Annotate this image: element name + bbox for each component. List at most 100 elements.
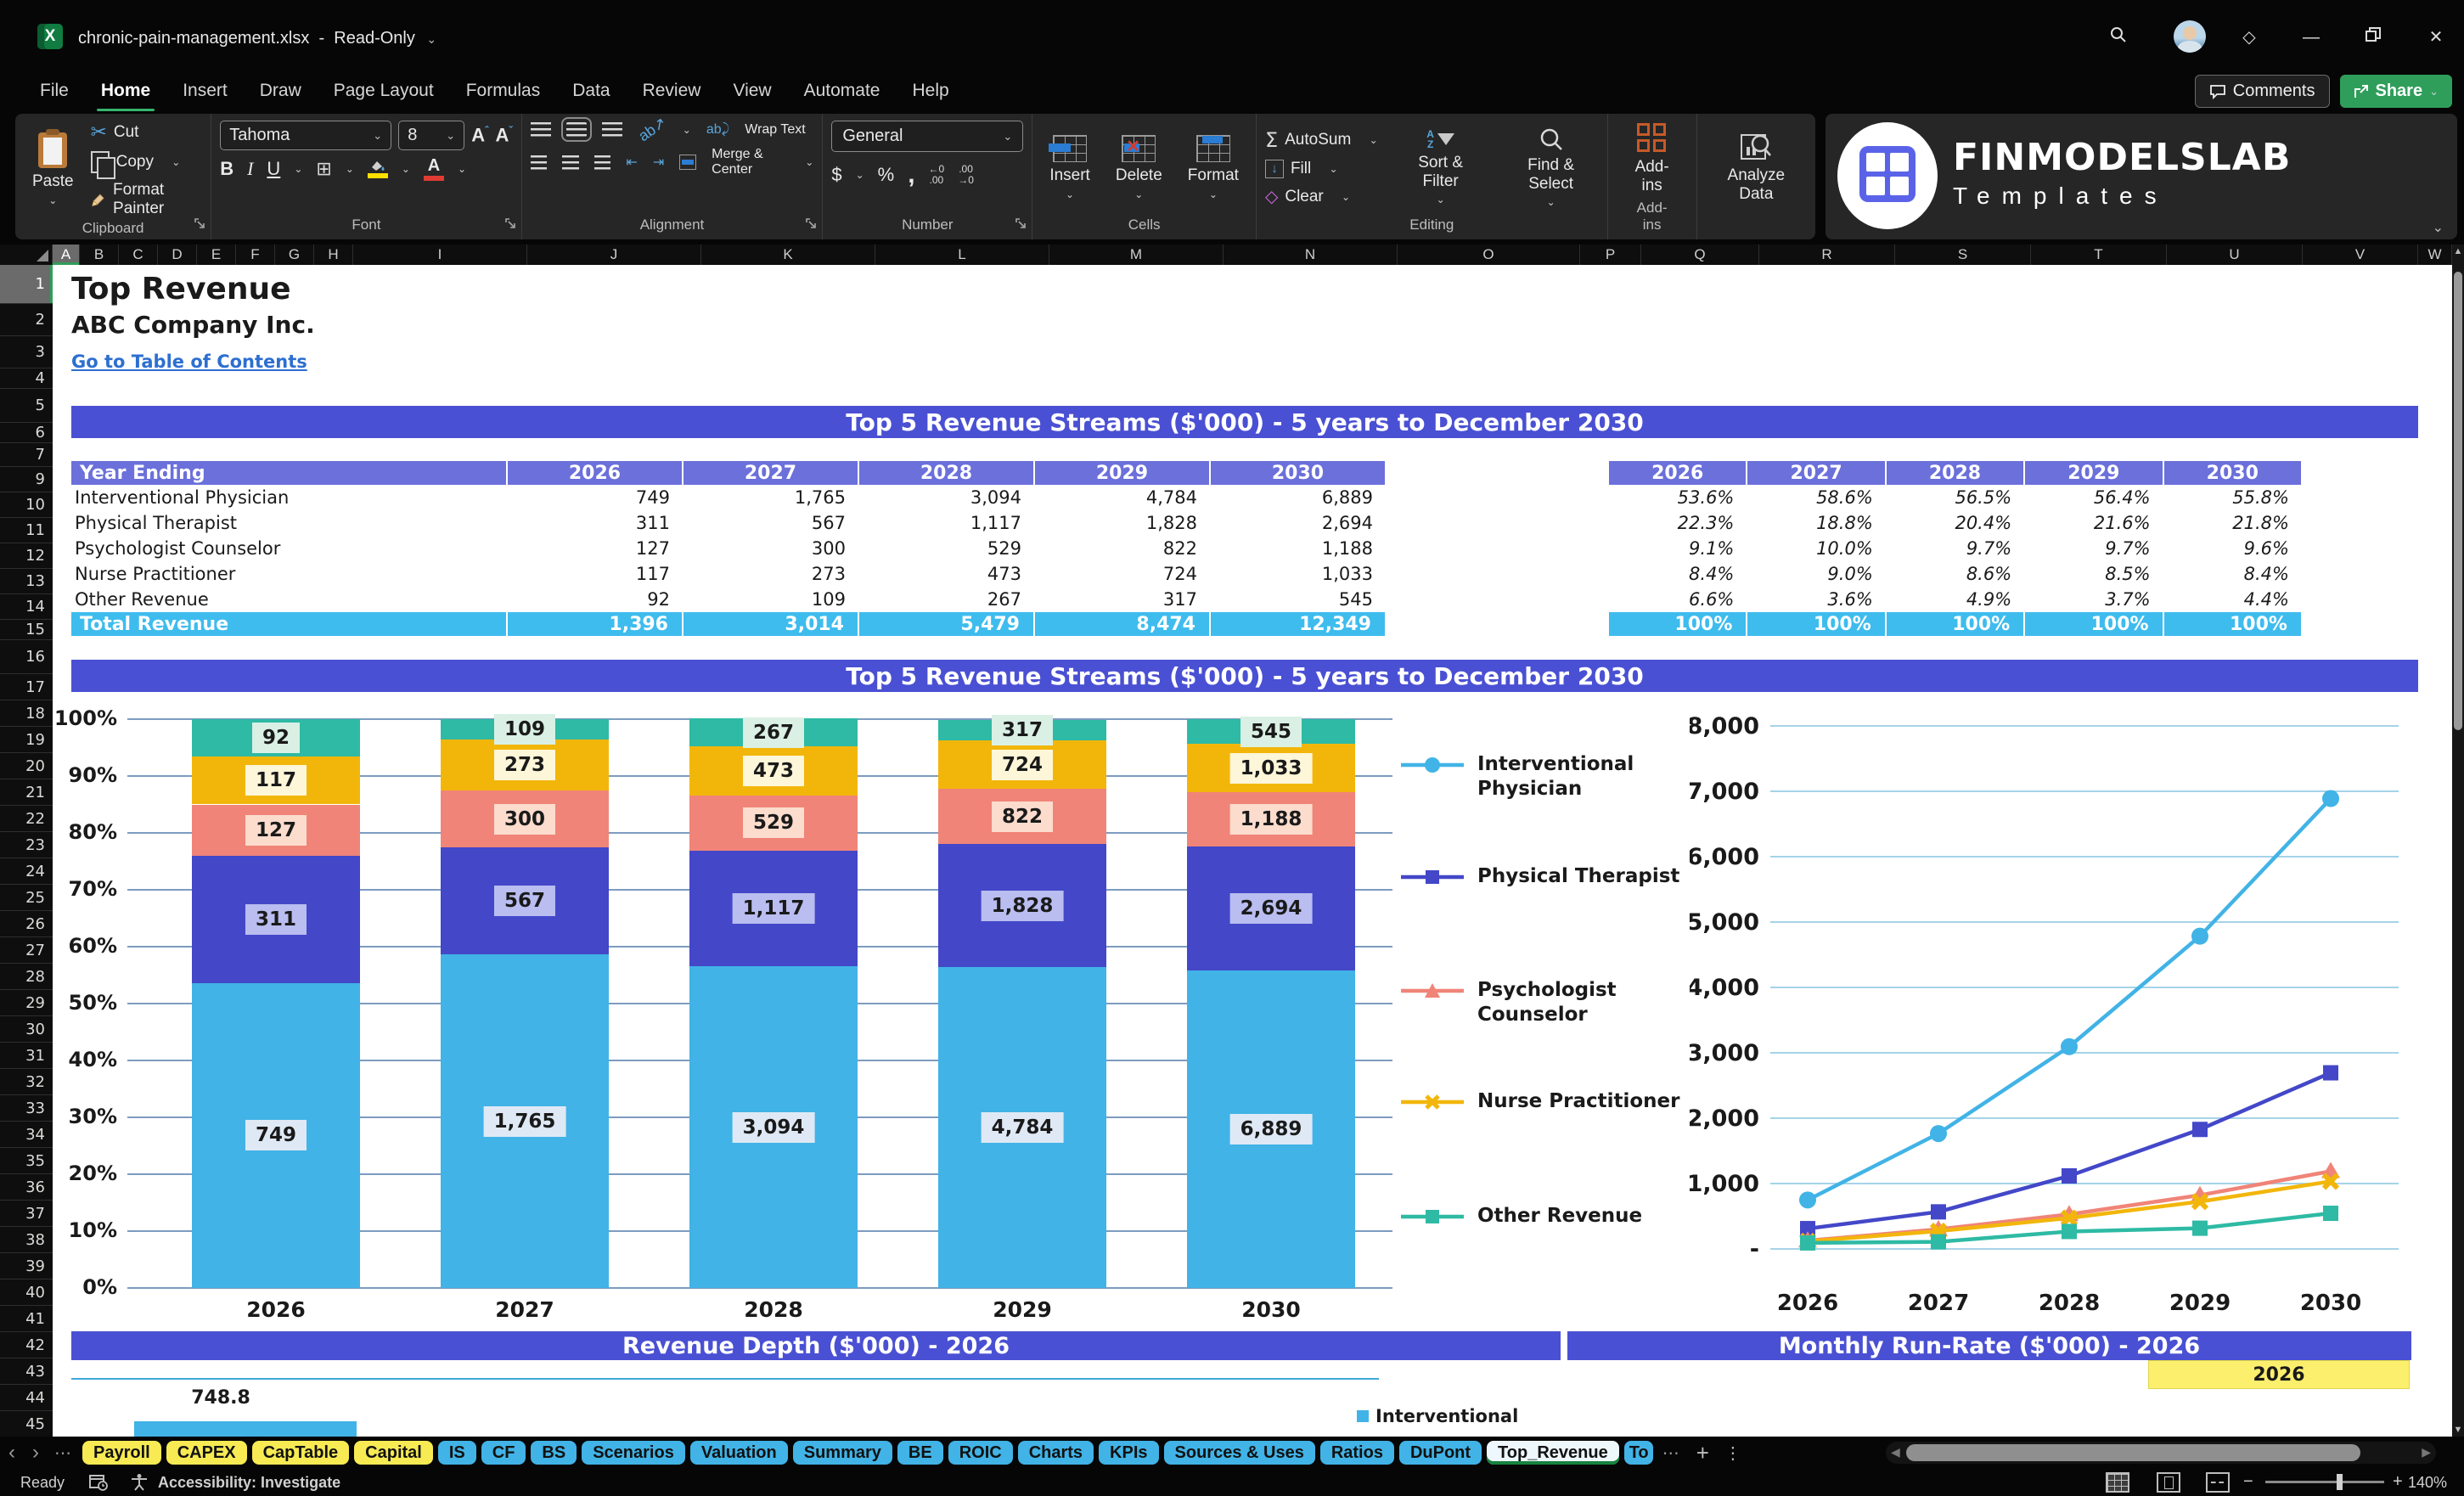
column-header-Q[interactable]: Q: [1641, 245, 1759, 265]
font-color-button[interactable]: A: [423, 157, 444, 181]
align-bottom-icon[interactable]: [601, 122, 622, 137]
row-header-10[interactable]: 10: [0, 492, 53, 518]
wrap-text-button[interactable]: Wrap Text: [745, 122, 805, 138]
workbook-statistics-icon[interactable]: [88, 1472, 109, 1496]
increase-indent-icon[interactable]: ⇥: [653, 154, 664, 171]
row-header-12[interactable]: 12: [0, 543, 53, 569]
increase-decimal-button[interactable]: ←0.00: [929, 164, 945, 185]
sheet-tab-dupont[interactable]: DuPont: [1398, 1441, 1482, 1465]
column-header-H[interactable]: H: [314, 245, 353, 265]
zoom-in-icon[interactable]: +: [2393, 1472, 2403, 1492]
row-header-37[interactable]: 37: [0, 1201, 53, 1227]
zoom-slider-thumb[interactable]: [2337, 1474, 2343, 1490]
horizontal-scrollbar[interactable]: ◀ ▶: [1886, 1442, 2436, 1464]
row-header-9[interactable]: 9: [0, 467, 53, 492]
sheet-tab-summary[interactable]: Summary: [792, 1441, 892, 1465]
ribbon-tab-data[interactable]: Data: [556, 71, 626, 114]
font-dialog-launcher-icon[interactable]: [504, 218, 516, 233]
close-button[interactable]: ✕: [2422, 25, 2450, 49]
orientation-icon[interactable]: ab↗: [635, 114, 670, 145]
row-header-16[interactable]: 16: [0, 640, 53, 674]
row-header-33[interactable]: 33: [0, 1095, 53, 1122]
row-header-2[interactable]: 2: [0, 304, 53, 336]
column-header-S[interactable]: S: [1895, 245, 2031, 265]
sheet-nav-prev-icon[interactable]: ‹: [0, 1441, 24, 1465]
row-header-29[interactable]: 29: [0, 990, 53, 1016]
row-header-1[interactable]: 1: [0, 265, 53, 304]
column-header-D[interactable]: D: [158, 245, 197, 265]
column-header-B[interactable]: B: [80, 245, 119, 265]
sheet-tab-be[interactable]: BE: [897, 1441, 943, 1465]
delete-cells-button[interactable]: ✕ Delete ⌄: [1107, 133, 1171, 203]
sort-filter-button[interactable]: AZ Sort & Filter ⌄: [1393, 127, 1488, 208]
vertical-scrollbar[interactable]: ▲ ▼: [2452, 245, 2464, 1437]
scroll-right-icon[interactable]: ▶: [2422, 1445, 2431, 1459]
merge-center-button[interactable]: Merge & Center: [712, 147, 790, 177]
column-header-W[interactable]: W: [2418, 245, 2452, 265]
column-header-M[interactable]: M: [1049, 245, 1224, 265]
ribbon-tab-view[interactable]: View: [717, 71, 787, 114]
accessibility-status[interactable]: Accessibility: Investigate: [158, 1474, 340, 1492]
row-header-35[interactable]: 35: [0, 1148, 53, 1174]
sheet-tab-to[interactable]: To: [1623, 1441, 1653, 1465]
ribbon-tab-automate[interactable]: Automate: [788, 71, 897, 114]
sheet-tab-ratios[interactable]: Ratios: [1319, 1441, 1394, 1465]
row-header-11[interactable]: 11: [0, 518, 53, 543]
share-button[interactable]: Share ⌄: [2339, 75, 2452, 108]
select-all-corner[interactable]: [0, 245, 53, 265]
number-dialog-launcher-icon[interactable]: [1015, 218, 1027, 233]
zoom-slider[interactable]: [2265, 1474, 2384, 1490]
ribbon-tab-page-layout[interactable]: Page Layout: [318, 71, 450, 114]
decrease-decimal-button[interactable]: .00 →0: [958, 164, 974, 185]
scroll-down-icon[interactable]: ▼: [2452, 1425, 2464, 1435]
ribbon-tab-insert[interactable]: Insert: [166, 71, 244, 114]
ribbon-tab-review[interactable]: Review: [627, 71, 717, 114]
row-header-45[interactable]: 45: [0, 1411, 53, 1437]
scroll-up-icon[interactable]: ▲: [2452, 246, 2464, 256]
row-header-41[interactable]: 41: [0, 1306, 53, 1332]
clipboard-dialog-launcher-icon[interactable]: [194, 218, 205, 233]
column-header-I[interactable]: I: [353, 245, 527, 265]
sheet-tab-top-revenue[interactable]: Top_Revenue: [1487, 1441, 1619, 1465]
sheet-tab-is[interactable]: IS: [437, 1441, 476, 1465]
sheet-tabs-more-icon[interactable]: ⋯: [1656, 1443, 1688, 1464]
sheet-tab-cf[interactable]: CF: [481, 1441, 526, 1465]
currency-format-button[interactable]: $: [831, 164, 841, 186]
paste-button[interactable]: Paste ⌄: [24, 128, 82, 209]
borders-icon[interactable]: ⊞: [316, 158, 331, 180]
ribbon-tab-formulas[interactable]: Formulas: [450, 71, 557, 114]
analyze-data-button[interactable]: Analyze Data: [1706, 130, 1807, 205]
column-header-L[interactable]: L: [875, 245, 1049, 265]
diamond-icon[interactable]: ◇: [2235, 25, 2264, 49]
search-icon[interactable]: [2104, 25, 2133, 49]
fill-button[interactable]: ↓ Fill ⌄: [1264, 160, 1378, 178]
row-header-34[interactable]: 34: [0, 1122, 53, 1148]
row-header-17[interactable]: 17: [0, 674, 53, 700]
row-header-43[interactable]: 43: [0, 1358, 53, 1385]
column-header-V[interactable]: V: [2303, 245, 2418, 265]
row-header-15[interactable]: 15: [0, 620, 53, 640]
row-header-31[interactable]: 31: [0, 1043, 53, 1069]
bold-button[interactable]: B: [220, 158, 233, 180]
row-header-21[interactable]: 21: [0, 779, 53, 806]
align-center-icon[interactable]: [562, 155, 579, 170]
sheet-tab-kpis[interactable]: KPIs: [1099, 1441, 1159, 1465]
column-header-C[interactable]: C: [119, 245, 158, 265]
row-header-44[interactable]: 44: [0, 1385, 53, 1411]
minimize-button[interactable]: —: [2297, 25, 2326, 49]
fill-color-button[interactable]: [367, 160, 388, 178]
row-header-27[interactable]: 27: [0, 937, 53, 964]
format-painter-button[interactable]: Format Painter: [91, 181, 203, 218]
italic-button[interactable]: I: [247, 158, 253, 180]
worksheet[interactable]: 1 2 3 4 5 6 7 9 10 11 12 13 14 15 16 17 18 19 20 21 22 23 24 25…: [0, 265, 2452, 1437]
row-header-18[interactable]: 18: [0, 700, 53, 727]
row-header-5[interactable]: 5: [0, 389, 53, 423]
row-header-39[interactable]: 39: [0, 1253, 53, 1279]
align-middle-icon[interactable]: [560, 117, 592, 142]
sheet-tab-payroll[interactable]: Payroll: [82, 1441, 161, 1465]
number-format-select[interactable]: General ⌄: [831, 121, 1024, 152]
row-header-20[interactable]: 20: [0, 753, 53, 779]
sheet-tab-charts[interactable]: Charts: [1017, 1441, 1094, 1465]
increase-font-icon[interactable]: Aˆ: [471, 124, 488, 146]
add-sheet-button[interactable]: +: [1688, 1440, 1718, 1466]
